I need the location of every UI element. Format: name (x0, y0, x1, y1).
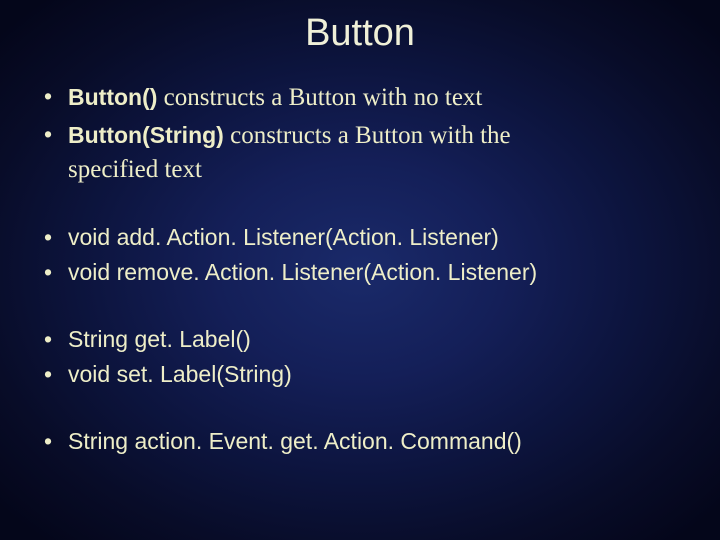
bullet-text: String get. Label() (68, 326, 251, 352)
list-item: Button(String) constructs a Button with … (40, 119, 680, 187)
slide: Button Button() constructs a Button with… (0, 0, 720, 540)
bullet-text: void add. Action. Listener(Action. Liste… (68, 224, 499, 250)
bullet-tail: constructs a Button with the (224, 122, 511, 149)
list-item: Button() constructs a Button with no tex… (40, 81, 680, 115)
list-item: void add. Action. Listener(Action. Liste… (40, 222, 680, 253)
bullet-bold: Button(String) (68, 122, 224, 148)
list-item: String action. Event. get. Action. Comma… (40, 426, 680, 457)
bullet-text: String action. Event. get. Action. Comma… (68, 428, 522, 454)
bullet-bold: Button() (68, 84, 157, 110)
bullet-continuation: specified text (68, 156, 202, 183)
list-item: void remove. Action. Listener(Action. Li… (40, 257, 680, 288)
bullet-list: Button() constructs a Button with no tex… (40, 81, 680, 457)
bullet-tail: constructs a Button with no text (157, 84, 482, 111)
list-item: void set. Label(String) (40, 359, 680, 390)
bullet-text: void set. Label(String) (68, 361, 292, 387)
list-item: String get. Label() (40, 324, 680, 355)
bullet-text: void remove. Action. Listener(Action. Li… (68, 259, 537, 285)
slide-title: Button (40, 12, 680, 55)
